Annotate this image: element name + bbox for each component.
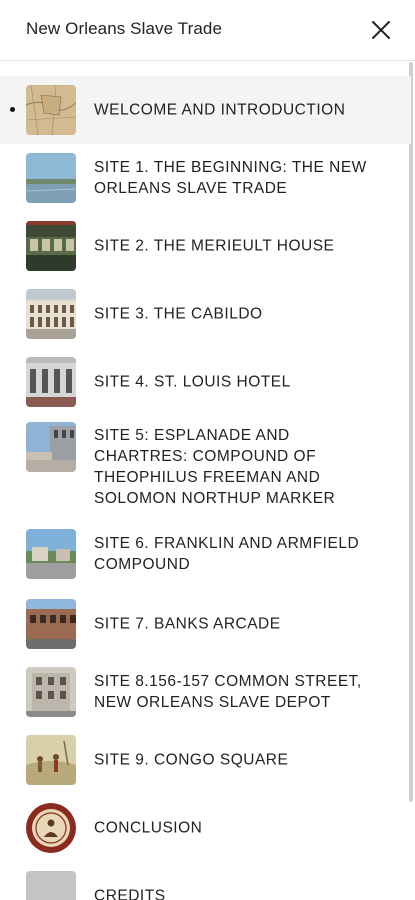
toc-item-site-7[interactable]: SITE 7. BANKS ARCADE [0, 590, 411, 658]
hotel-thumbnail [26, 357, 76, 407]
toc-item-site-5[interactable]: SITE 5: ESPLANADE AND CHARTRES: COMPOUND… [0, 416, 411, 518]
toc-item-site-8[interactable]: SITE 8.156-157 COMMON STREET, NEW ORLEAN… [0, 658, 411, 726]
toc-item-credits[interactable]: CREDITS [0, 862, 411, 900]
toc-item-label: SITE 1. THE BEGINNING: THE NEW ORLEANS S… [94, 159, 367, 197]
toc-item-label: SITE 5: ESPLANADE AND CHARTRES: COMPOUND… [94, 427, 336, 507]
table-of-contents: WELCOME AND INTRODUCTION SITE 1. THE BEG… [0, 76, 411, 900]
toc-item-label: SITE 2. THE MERIEULT HOUSE [94, 237, 335, 255]
toc-item-label: SITE 4. ST. LOUIS HOTEL [94, 373, 291, 391]
toc-item-conclusion[interactable]: CONCLUSION [0, 794, 411, 862]
cabildo-thumbnail [26, 289, 76, 339]
toc-item-site-4[interactable]: SITE 4. ST. LOUIS HOTEL [0, 348, 411, 416]
toc-item-label: SITE 3. THE CABILDO [94, 305, 263, 323]
building-thumbnail [26, 221, 76, 271]
toc-item-site-6[interactable]: SITE 6. FRANKLIN AND ARMFIELD COMPOUND [0, 518, 411, 590]
river-thumbnail [26, 153, 76, 203]
arcade-thumbnail [26, 599, 76, 649]
street-thumbnail [26, 529, 76, 579]
toc-item-welcome[interactable]: WELCOME AND INTRODUCTION [0, 76, 411, 144]
map-thumbnail [26, 85, 76, 135]
toc-item-site-1[interactable]: SITE 1. THE BEGINNING: THE NEW ORLEANS S… [0, 144, 411, 212]
header: New Orleans Slave Trade [0, 0, 415, 61]
toc-item-label: SITE 7. BANKS ARCADE [94, 615, 281, 633]
close-icon [372, 21, 390, 39]
toc-item-site-2[interactable]: SITE 2. THE MERIEULT HOUSE [0, 212, 411, 280]
toc-item-label: CREDITS [94, 887, 166, 900]
toc-item-label: SITE 6. FRANKLIN AND ARMFIELD COMPOUND [94, 535, 360, 573]
street-corner-thumbnail [26, 422, 76, 472]
depot-thumbnail [26, 667, 76, 717]
close-button[interactable] [369, 18, 393, 42]
toc-item-label: CONCLUSION [94, 819, 203, 837]
seal-thumbnail [26, 803, 76, 853]
placeholder-thumbnail [26, 871, 76, 900]
painting-thumbnail [26, 735, 76, 785]
page-title: New Orleans Slave Trade [26, 19, 222, 38]
toc-item-site-9[interactable]: SITE 9. CONGO SQUARE [0, 726, 411, 794]
active-indicator [10, 107, 15, 112]
toc-item-label: SITE 8.156-157 COMMON STREET, NEW ORLEAN… [94, 673, 362, 711]
toc-item-label: WELCOME AND INTRODUCTION [94, 101, 346, 119]
toc-item-site-3[interactable]: SITE 3. THE CABILDO [0, 280, 411, 348]
toc-item-label: SITE 9. CONGO SQUARE [94, 751, 289, 769]
